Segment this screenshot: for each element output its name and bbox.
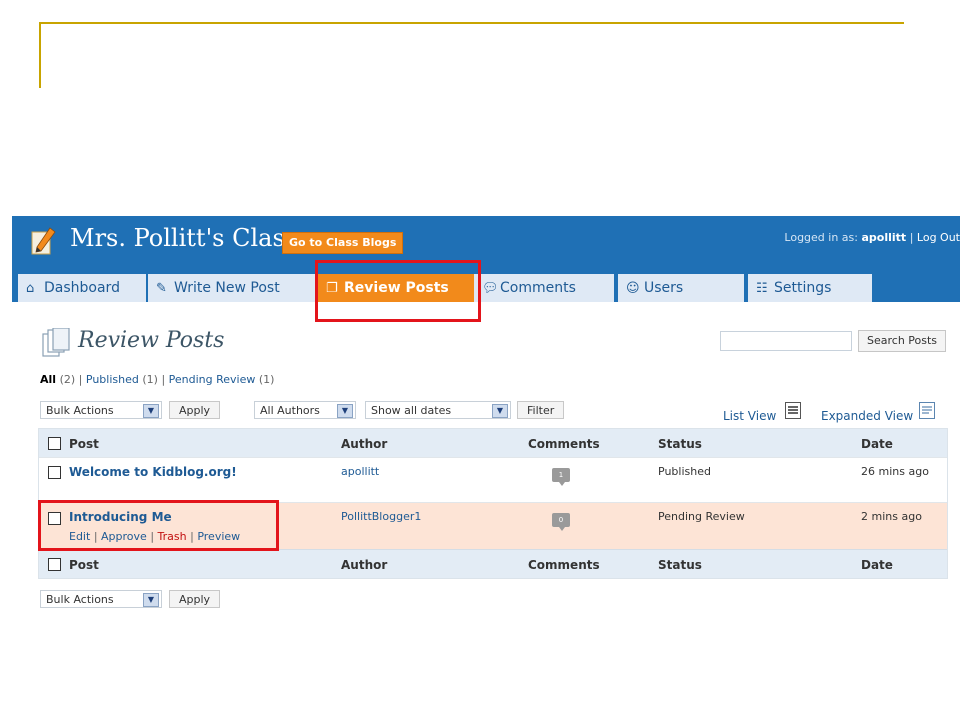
- tab-dashboard[interactable]: ⌂ Dashboard: [18, 274, 146, 302]
- filter-all[interactable]: All: [40, 373, 56, 386]
- column-footer-date[interactable]: Date: [861, 558, 893, 572]
- kidblog-admin-screen: Mrs. Pollitt's Class Go to Class Blogs L…: [12, 216, 960, 616]
- select-all-checkbox[interactable]: [48, 558, 61, 571]
- filter-all-count: (2): [59, 373, 76, 386]
- apply-button[interactable]: Apply: [169, 401, 221, 419]
- tab-label: Dashboard: [44, 280, 120, 296]
- bottom-apply-button[interactable]: Apply: [169, 590, 221, 608]
- filter-published[interactable]: Published: [86, 373, 139, 386]
- bulk-actions-value: Bulk Actions: [46, 404, 114, 417]
- row-checkbox[interactable]: [48, 466, 61, 479]
- go-to-class-blogs-button[interactable]: Go to Class Blogs: [282, 232, 404, 254]
- separator: |: [909, 231, 914, 244]
- post-date: 2 mins ago: [861, 510, 922, 523]
- expanded-view-icon[interactable]: [919, 402, 935, 419]
- highlight-box-introducing-me: [38, 500, 279, 551]
- filter-separator: |: [78, 373, 83, 386]
- chevron-down-icon: ▼: [492, 404, 508, 418]
- expanded-view-link[interactable]: Expanded View: [821, 409, 913, 423]
- logged-in-label: Logged in as:: [784, 231, 858, 244]
- filter-button[interactable]: Filter: [517, 401, 565, 419]
- username: apollitt: [861, 231, 907, 244]
- comment-count-bubble[interactable]: 0: [552, 513, 570, 531]
- page-title: Review Posts: [78, 328, 225, 353]
- tab-label: Write New Post: [174, 280, 280, 296]
- logout-link[interactable]: Log Out: [917, 231, 960, 244]
- tab-label: Users: [644, 280, 684, 296]
- comment-count-bubble[interactable]: 1: [552, 468, 570, 486]
- table-footer-row: Post Author Comments Status Date: [39, 549, 947, 578]
- filter-pending-review[interactable]: Pending Review: [169, 373, 256, 386]
- table-header-row: Post Author Comments Status Date: [39, 429, 947, 457]
- list-view-link[interactable]: List View: [723, 409, 776, 423]
- tab-users[interactable]: ☺ Users: [618, 274, 744, 302]
- site-title[interactable]: Mrs. Pollitt's Class: [70, 224, 297, 252]
- column-header-date[interactable]: Date: [861, 437, 893, 451]
- filter-published-count: (1): [142, 373, 158, 386]
- search-posts-button[interactable]: Search Posts: [858, 330, 947, 352]
- users-icon: ☺: [626, 281, 640, 296]
- dates-select[interactable]: Show all dates ▼: [365, 401, 511, 419]
- column-header-comments[interactable]: Comments: [528, 437, 600, 451]
- expanded-lines-icon: [922, 406, 932, 414]
- pencil-icon: ✎: [156, 281, 167, 296]
- highlight-box-review-tab: [315, 260, 481, 322]
- logo-pencil-icon: [31, 227, 56, 255]
- slide-decoration-left-line: [39, 22, 41, 88]
- filter-separator: |: [161, 373, 166, 386]
- tab-label: Settings: [774, 280, 832, 296]
- author-link[interactable]: PollittBlogger1: [341, 510, 421, 523]
- column-footer-comments[interactable]: Comments: [528, 558, 600, 572]
- column-header-post[interactable]: Post: [69, 437, 99, 451]
- slide-decoration-top-line: [40, 22, 904, 24]
- tab-settings[interactable]: ☷ Settings: [748, 274, 872, 302]
- filter-pending-count: (1): [258, 373, 275, 386]
- tab-comments[interactable]: 💬︎Comments: [474, 274, 614, 302]
- status-filter-links: All (2) | Published (1) | Pending Review…: [40, 373, 274, 386]
- settings-icon: ☷: [756, 281, 768, 296]
- chevron-down-icon: ▼: [337, 404, 353, 418]
- authors-value: All Authors: [260, 404, 320, 417]
- bulk-actions-select[interactable]: Bulk Actions ▼: [40, 401, 162, 419]
- home-icon: ⌂: [26, 281, 35, 296]
- post-date: 26 mins ago: [861, 465, 929, 478]
- main-nav-tabs: ⌂ Dashboard ✎ Write New Post ❐ Review Posts…: [12, 274, 960, 302]
- column-footer-post[interactable]: Post: [69, 558, 99, 572]
- tab-label: Comments: [500, 280, 576, 296]
- header-bar: Mrs. Pollitt's Class Go to Class Blogs L…: [12, 216, 960, 302]
- post-status: Pending Review: [658, 510, 745, 523]
- speech-bubble-icon: 💬︎: [482, 281, 499, 296]
- table-row: Welcome to Kidblog.org! apollitt 1 Publi…: [39, 457, 947, 502]
- column-footer-status[interactable]: Status: [658, 558, 702, 572]
- post-status: Published: [658, 465, 711, 478]
- list-lines-icon: [788, 406, 798, 414]
- logged-in-info: Logged in as: apollitt | Log Out: [784, 231, 960, 244]
- dates-value: Show all dates: [371, 404, 452, 417]
- column-header-status[interactable]: Status: [658, 437, 702, 451]
- chevron-down-icon: ▼: [143, 593, 159, 607]
- author-link[interactable]: apollitt: [341, 465, 379, 478]
- list-view-icon[interactable]: [785, 402, 801, 419]
- column-footer-author[interactable]: Author: [341, 558, 387, 572]
- column-header-author[interactable]: Author: [341, 437, 387, 451]
- bottom-bulk-actions-select[interactable]: Bulk Actions ▼: [40, 590, 162, 608]
- tab-write-new-post[interactable]: ✎ Write New Post: [148, 274, 316, 302]
- review-posts-page-icon: [42, 328, 70, 357]
- bulk-actions-value: Bulk Actions: [46, 593, 114, 606]
- search-input[interactable]: [720, 331, 852, 351]
- post-title-link[interactable]: Welcome to Kidblog.org!: [69, 465, 237, 479]
- chevron-down-icon: ▼: [143, 404, 159, 418]
- select-all-checkbox[interactable]: [48, 437, 61, 450]
- authors-select[interactable]: All Authors ▼: [254, 401, 356, 419]
